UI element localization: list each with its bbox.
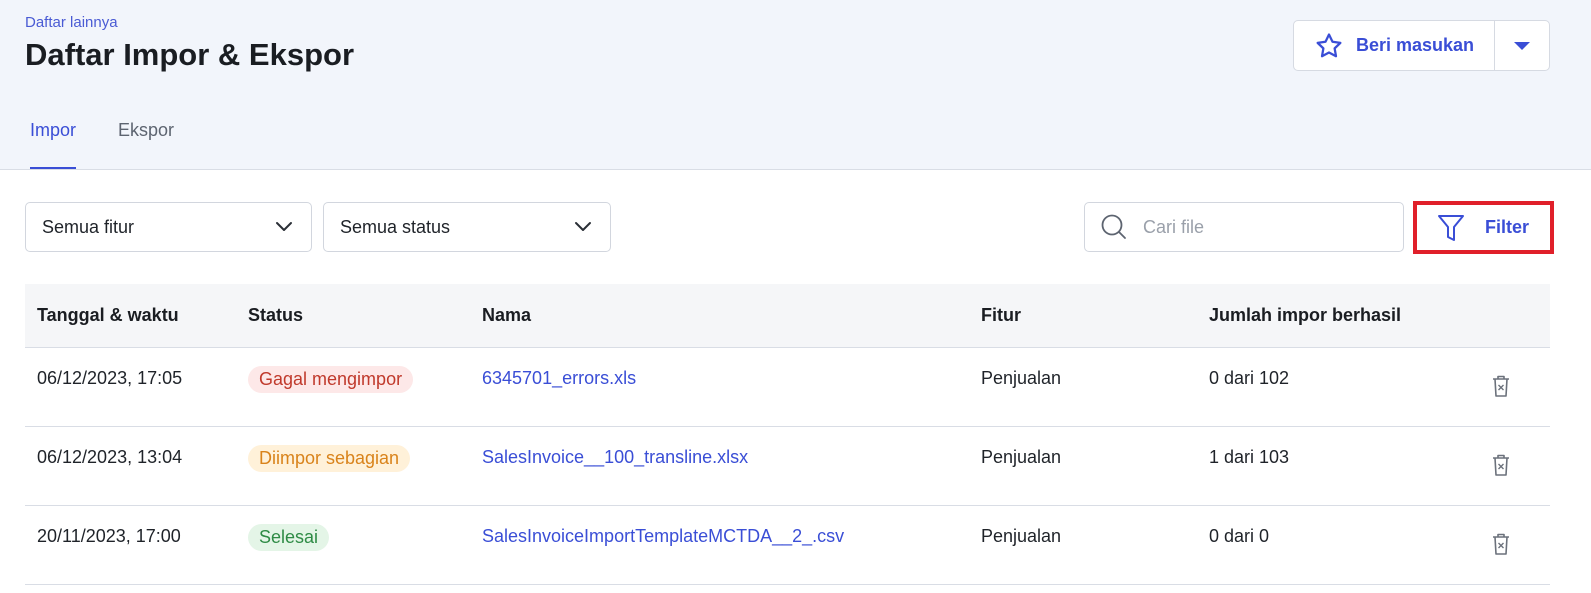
file-link[interactable]: SalesInvoice__100_transline.xlsx [482, 447, 748, 468]
row-feature: Penjualan [981, 447, 1062, 467]
trash-icon[interactable] [1491, 453, 1511, 477]
row-count: 0 dari 0 [1209, 526, 1270, 546]
row-datetime: 06/12/2023, 13:04 [37, 447, 183, 467]
caret-down-icon [1514, 41, 1530, 50]
feedback-dropdown-button[interactable] [1495, 21, 1549, 70]
row-count: 1 dari 103 [1209, 447, 1290, 467]
row-datetime: 06/12/2023, 17:05 [37, 368, 183, 388]
chevron-down-icon [575, 222, 591, 231]
filter-button[interactable]: Filter [1413, 201, 1554, 254]
column-header-datetime: Tanggal & waktu [37, 305, 179, 325]
import-table: Tanggal & waktu Status Nama Fitur Jumlah… [25, 284, 1550, 585]
table-row: 06/12/2023, 17:05 Gagal mengimpor 634570… [25, 348, 1550, 427]
table-header: Tanggal & waktu Status Nama Fitur Jumlah… [25, 284, 1550, 348]
tab-impor[interactable]: Impor [30, 120, 77, 169]
column-header-feature: Fitur [981, 305, 1021, 325]
row-status: Selesai [248, 524, 330, 551]
feedback-button-label: Beri masukan [1356, 35, 1475, 55]
filter-button-label: Filter [1485, 217, 1530, 237]
row-status: Gagal mengimpor [248, 366, 414, 393]
chevron-down-icon [276, 222, 292, 231]
table-row: 20/11/2023, 17:00 Selesai SalesInvoiceIm… [25, 506, 1550, 585]
page-title: Daftar Impor & Ekspor [25, 37, 355, 72]
tab-bar: Impor Ekspor [30, 120, 216, 169]
breadcrumb[interactable]: Daftar lainnya [25, 14, 118, 31]
star-icon [1316, 32, 1342, 57]
status-badge: Diimpor sebagian [248, 445, 411, 472]
trash-icon[interactable] [1491, 532, 1511, 556]
feedback-button-group: Beri masukan [1293, 20, 1550, 71]
row-count: 0 dari 102 [1209, 368, 1290, 388]
tab-ekspor[interactable]: Ekspor [118, 120, 174, 169]
row-datetime: 20/11/2023, 17:00 [37, 526, 181, 546]
status-select[interactable]: Semua status [323, 202, 611, 252]
feature-select[interactable]: Semua fitur [25, 202, 312, 252]
file-link[interactable]: SalesInvoiceImportTemplateMCTDA__2_.csv [482, 526, 844, 547]
funnel-icon [1438, 214, 1464, 241]
trash-icon[interactable] [1491, 374, 1511, 398]
search-icon [1101, 214, 1126, 239]
file-link[interactable]: 6345701_errors.xls [482, 368, 636, 389]
status-badge: Selesai [248, 524, 330, 551]
status-select-value: Semua status [340, 216, 451, 237]
page-header: Daftar lainnya Daftar Impor & Ekspor Ber… [0, 0, 1591, 170]
row-feature: Penjualan [981, 526, 1062, 546]
column-header-status: Status [248, 305, 304, 325]
search-input[interactable] [1143, 216, 1373, 238]
status-badge: Gagal mengimpor [248, 366, 414, 393]
row-feature: Penjualan [981, 368, 1062, 388]
row-status: Diimpor sebagian [248, 445, 411, 472]
table-row: 06/12/2023, 13:04 Diimpor sebagian Sales… [25, 427, 1550, 506]
feedback-button[interactable]: Beri masukan [1294, 21, 1495, 70]
column-header-name: Nama [482, 305, 532, 325]
column-header-count: Jumlah impor berhasil [1209, 305, 1402, 325]
feature-select-value: Semua fitur [42, 216, 135, 237]
search-box [1084, 202, 1404, 252]
